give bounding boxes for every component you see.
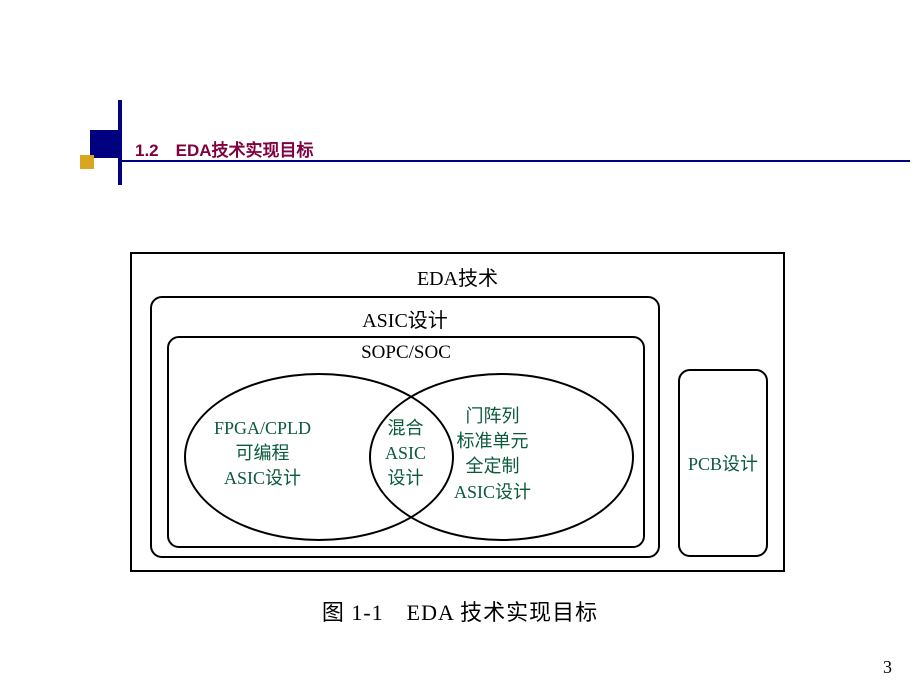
sopc-label: SOPC/SOC — [361, 342, 451, 364]
fpga-cpld-text: FPGA/CPLD 可编程 ASIC设计 — [214, 416, 311, 492]
pcb-container: PCB设计 — [678, 369, 768, 557]
gate-array-text: 门阵列 标准单元 全定制 ASIC设计 — [454, 404, 531, 505]
eda-label: EDA技术 — [417, 262, 498, 291]
asic-label: ASIC设计 — [362, 304, 448, 333]
square-accent-icon — [80, 155, 94, 169]
mixed-line3: 设计 — [388, 468, 424, 488]
pcb-label: PCB设计 — [688, 450, 758, 476]
left-line1: FPGA/CPLD — [214, 418, 311, 438]
left-line3: ASIC设计 — [224, 468, 301, 488]
right-line1: 门阵列 — [466, 406, 520, 426]
asic-container: ASIC设计 SOPC/SOC FPGA/CPLD 可编程 ASIC设计 混合 … — [150, 296, 660, 558]
mixed-asic-text: 混合 ASIC 设计 — [385, 416, 426, 492]
venn-diagram: FPGA/CPLD 可编程 ASIC设计 混合 ASIC 设计 门阵列 标准单元… — [179, 368, 639, 543]
mixed-line2: ASIC — [385, 443, 426, 463]
left-line2: 可编程 — [236, 443, 290, 463]
square-main-icon — [90, 130, 118, 158]
right-line4: ASIC设计 — [454, 482, 531, 502]
vertical-divider — [118, 100, 122, 185]
sopc-container: SOPC/SOC FPGA/CPLD 可编程 ASIC设计 混合 ASIC 设计 — [167, 336, 645, 548]
mixed-line1: 混合 — [388, 418, 424, 438]
section-number: 1.2 — [135, 141, 159, 160]
right-line2: 标准单元 — [457, 431, 529, 451]
header-decoration — [80, 110, 118, 185]
eda-diagram: EDA技术 ASIC设计 SOPC/SOC FPGA/CPLD 可编程 ASIC… — [130, 252, 785, 572]
page-number: 3 — [883, 657, 892, 678]
section-title-text: EDA技术实现目标 — [176, 141, 314, 160]
right-line3: 全定制 — [466, 456, 520, 476]
figure-caption: 图 1-1 EDA 技术实现目标 — [322, 595, 598, 627]
section-title: 1.2 EDA技术实现目标 — [135, 136, 314, 161]
